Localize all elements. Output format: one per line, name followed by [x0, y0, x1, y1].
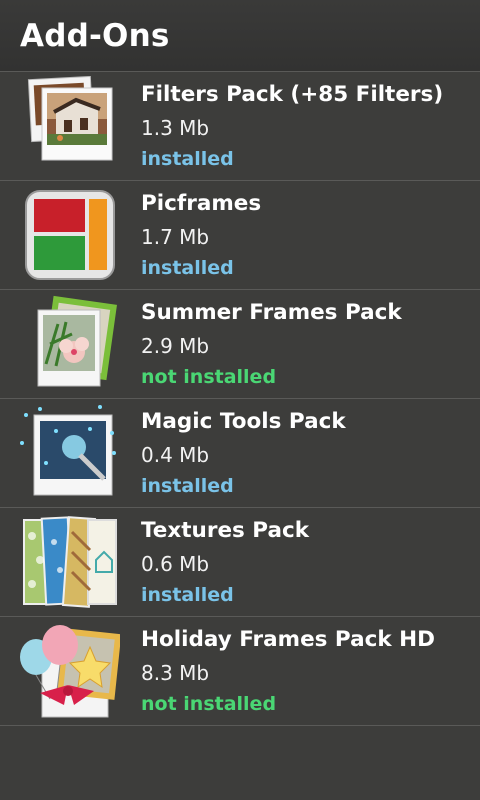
- list-item-picframes[interactable]: Picframes 1.7 Mb installed: [0, 181, 480, 290]
- item-status: installed: [141, 584, 234, 606]
- item-name: Picframes: [141, 191, 262, 216]
- summer-frames-icon: [16, 294, 120, 394]
- item-size: 2.9 Mb: [141, 334, 210, 358]
- item-size: 1.7 Mb: [141, 225, 210, 249]
- item-size: 1.3 Mb: [141, 116, 210, 140]
- item-status: installed: [141, 257, 234, 279]
- list-item-summer-frames[interactable]: Summer Frames Pack 2.9 Mb not installed: [0, 290, 480, 399]
- picframes-icon: [16, 185, 120, 285]
- item-name: Summer Frames Pack: [141, 300, 402, 325]
- action-bar: Add-Ons: [0, 0, 480, 72]
- holiday-frames-icon: [16, 621, 120, 721]
- item-name: Textures Pack: [141, 518, 310, 543]
- list-item-textures-pack[interactable]: Textures Pack 0.6 Mb installed: [0, 508, 480, 617]
- list-item-magic-tools[interactable]: Magic Tools Pack 0.4 Mb installed: [0, 399, 480, 508]
- textures-pack-icon: [16, 512, 120, 612]
- item-size: 0.6 Mb: [141, 552, 210, 576]
- item-status: not installed: [141, 366, 277, 388]
- list-item-holiday-frames[interactable]: Holiday Frames Pack HD 8.3 Mb not instal…: [0, 617, 480, 726]
- page-title: Add-Ons: [20, 17, 170, 54]
- item-size: 8.3 Mb: [141, 661, 210, 685]
- item-status: installed: [141, 475, 234, 497]
- item-status: installed: [141, 148, 234, 170]
- magic-tools-icon: [16, 403, 120, 503]
- item-name: Filters Pack (+85 Filters): [141, 82, 444, 107]
- item-status: not installed: [141, 693, 277, 715]
- list-item-filters-pack[interactable]: Filters Pack (+85 Filters) 1.3 Mb instal…: [0, 72, 480, 181]
- filters-pack-icon: [16, 76, 120, 176]
- addon-list: Filters Pack (+85 Filters) 1.3 Mb instal…: [0, 72, 480, 726]
- item-size: 0.4 Mb: [141, 443, 210, 467]
- item-name: Magic Tools Pack: [141, 409, 346, 434]
- item-name: Holiday Frames Pack HD: [141, 627, 435, 652]
